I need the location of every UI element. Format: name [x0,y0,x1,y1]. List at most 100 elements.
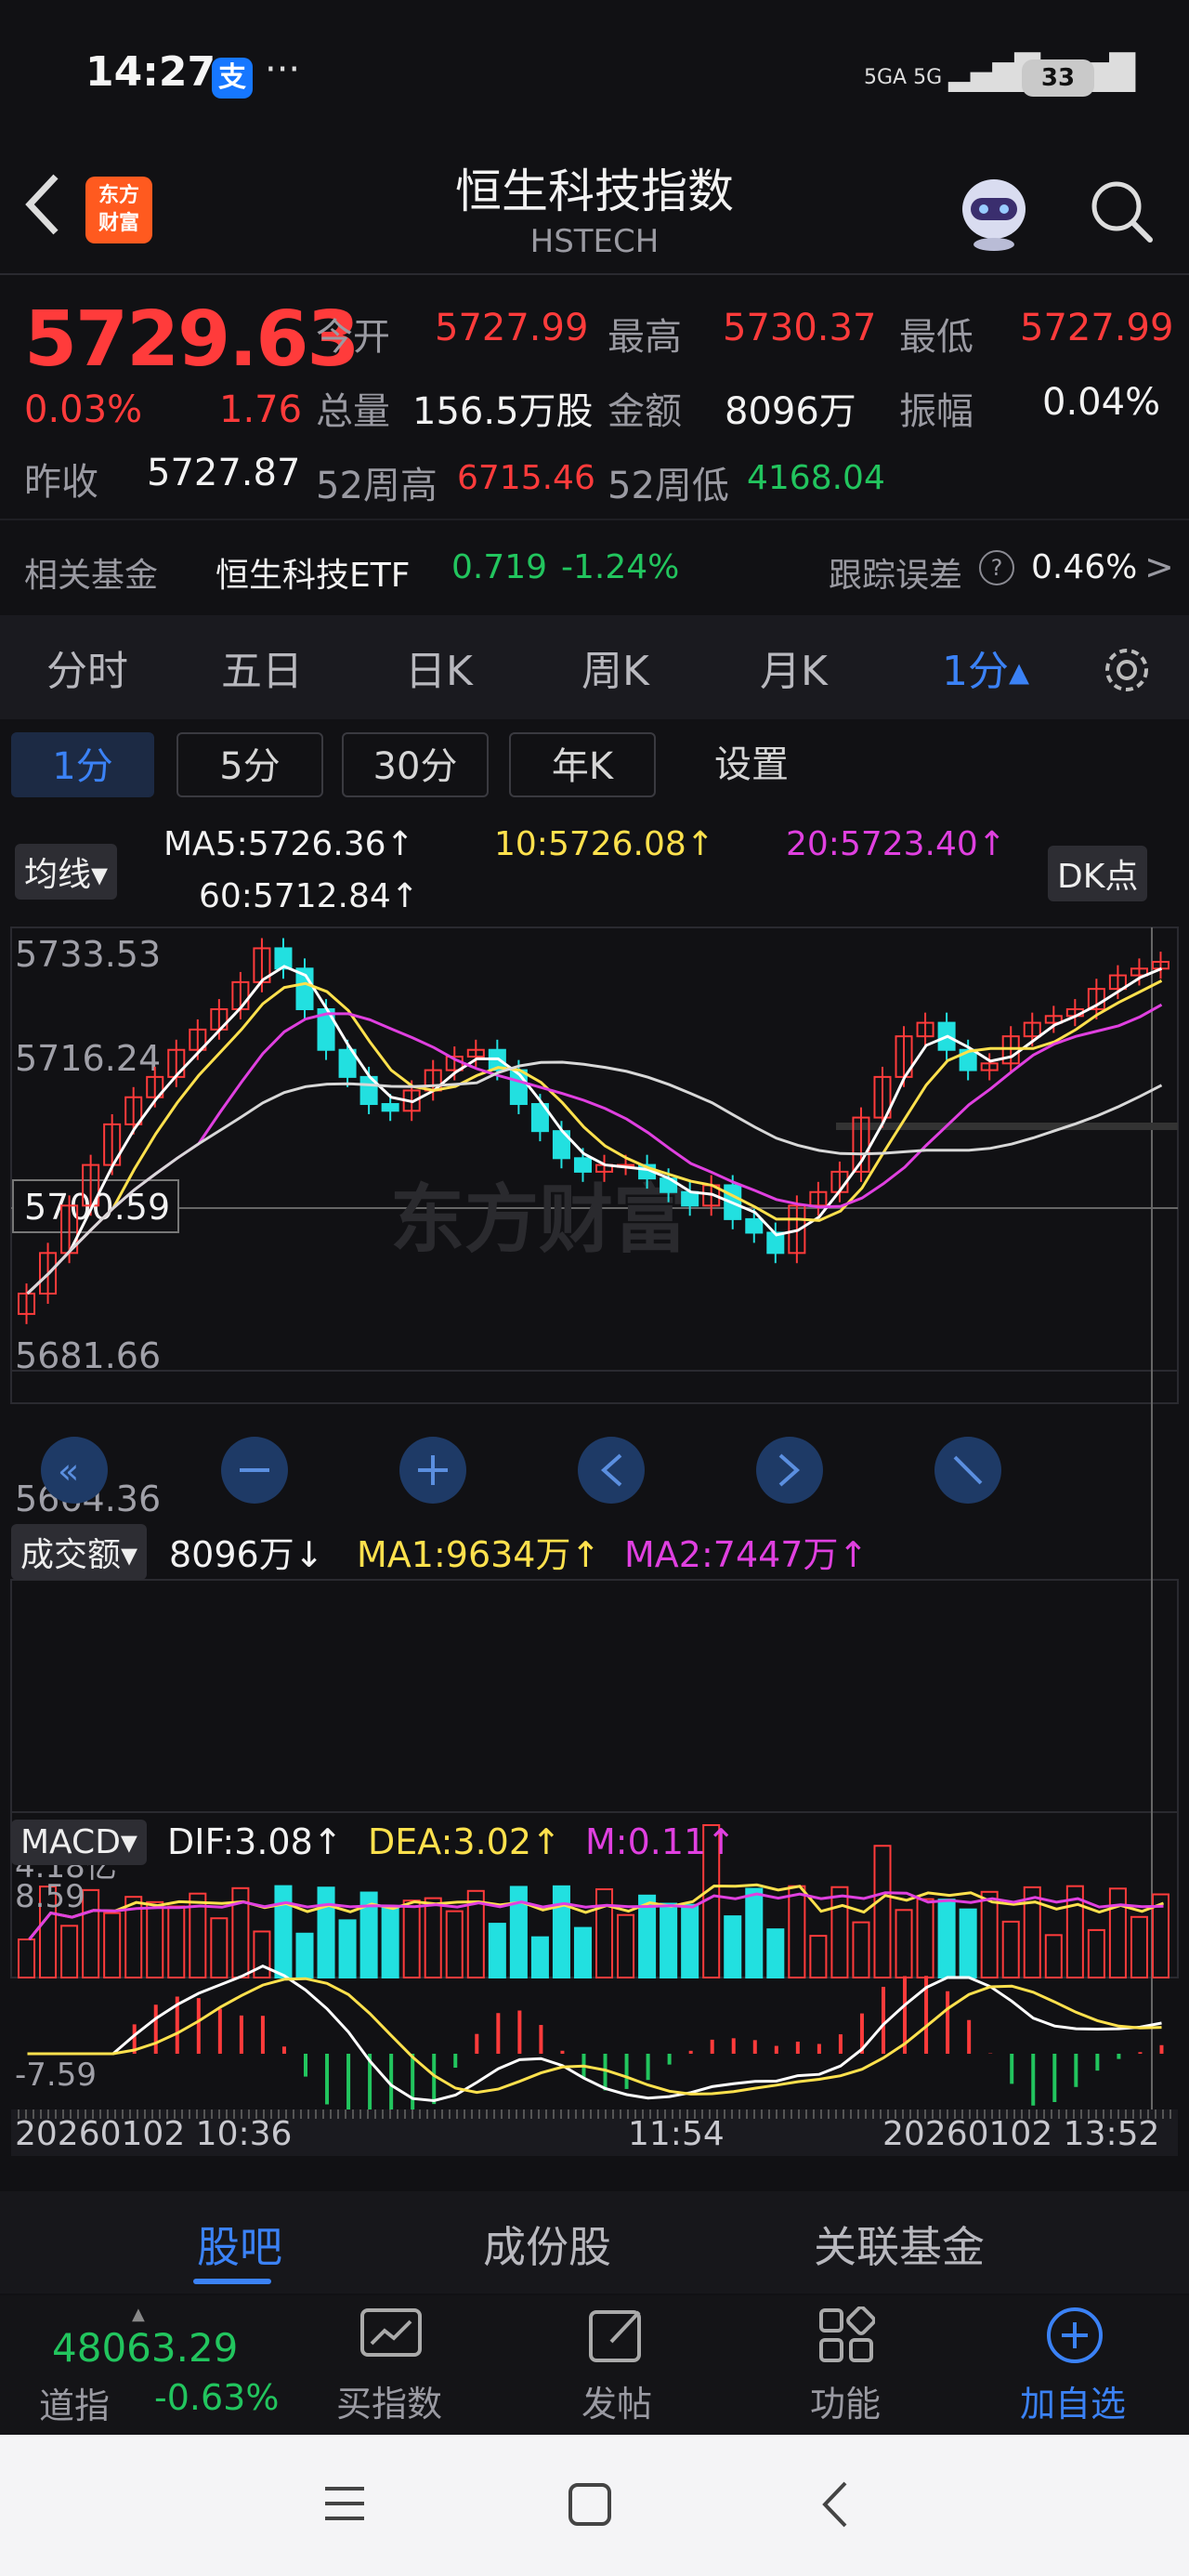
volume-bar [788,1885,806,1978]
volume-label: 总量 [316,390,390,433]
assistant-robot-icon[interactable] [952,172,1036,251]
volume-selector[interactable]: 成交额▾ [11,1524,148,1580]
fund-name[interactable]: 恒生科技ETF [216,548,410,597]
volume-bar [681,1903,699,1979]
tab-daily-k[interactable]: 日K [405,637,473,697]
change-value: 1.76 [219,388,303,431]
post-button[interactable]: 发帖 [581,2375,652,2426]
subtab-year-k[interactable]: 年K [509,732,656,797]
scroll-left-button[interactable] [578,1437,645,1504]
volume-bar [1087,1928,1105,1979]
volume-bar [873,1845,892,1978]
volume-bar [488,1923,506,1978]
dow-index-name[interactable]: 道指 [39,2377,110,2428]
low-label: 最低 [899,316,973,359]
tab-intraday[interactable]: 分时 [46,637,128,697]
tab-stock-bar[interactable]: 股吧 [197,2214,282,2275]
fund-label: 相关基金 [24,557,159,595]
dow-index-value[interactable]: 48063.29 [52,2325,238,2371]
prev-close-value: 5727.87 [147,452,301,494]
volume-bar [317,1886,335,1978]
amount-label: 金额 [608,390,682,433]
amplitude-label: 振幅 [899,390,973,433]
price-axis-label: 5733.53 [15,934,161,975]
price-axis-label: 5681.66 [15,1335,161,1376]
status-time: 14:27 [85,48,216,96]
macd-top-label: 8.59 [15,1878,85,1915]
add-watchlist-icon[interactable] [1044,2305,1105,2370]
svg-text:«: « [58,1451,79,1492]
tab-related-funds[interactable]: 关联基金 [814,2214,985,2275]
subtab-settings[interactable]: 设置 [678,732,825,797]
functions-icon[interactable] [817,2306,876,2368]
tab-five-day[interactable]: 五日 [221,637,303,697]
volume-bar [146,1900,164,1978]
volume-bar [1023,1886,1041,1979]
tab-weekly-k[interactable]: 周K [581,637,649,697]
divider [0,273,1189,275]
current-price: 5729.63 [24,296,359,384]
scroll-left-fast-button[interactable]: « [41,1437,108,1504]
buy-index-icon[interactable] [359,2307,424,2368]
volume-bar [895,1909,913,1978]
volume-bar [980,1890,999,1979]
volume-bar [381,1907,399,1978]
tab-constituents[interactable]: 成份股 [483,2214,611,2275]
dow-index-change: -0.63% [154,2377,280,2418]
menu-icon[interactable] [323,2483,366,2528]
battery-icon: 33 [1022,59,1094,97]
post-icon[interactable] [587,2305,647,2368]
period-tabs: 分时 五日 日K 周K 月K 1分▴ [0,615,1189,719]
scroll-right-button[interactable] [756,1437,823,1504]
tracking-label[interactable]: 跟踪误差 [829,548,962,597]
volume-bar [338,1919,357,1978]
price-axis-label: 5700.59 [24,1187,170,1228]
fund-change: -1.24% [561,548,680,586]
help-icon[interactable]: ? [979,550,1014,585]
m-value: M:0.11↑ [585,1821,737,1862]
volume-panel-frame [10,1579,1179,1978]
more-notifications-icon: ··· [265,48,301,91]
chevron-right-icon[interactable]: > [1144,546,1174,587]
subtab-30min[interactable]: 30分 [342,732,489,797]
kline-chart[interactable]: 东方财富 5733.53 5716.24 5700.59 5681.66 566… [0,818,1189,2184]
volume-bar [402,1899,421,1979]
volume-bar [959,1908,977,1978]
subtab-1min[interactable]: 1分 [11,732,154,797]
tab-minute-selected[interactable]: 1分▴ [942,637,1029,697]
price-panel-frame [10,927,1179,1404]
volume-ma1: MA1:9634万↑ [357,1534,601,1575]
volume-bar [660,1902,678,1978]
volume-current: 8096万↓ [169,1534,324,1575]
volume-bar [617,1913,635,1979]
amplitude-value: 0.04% [1042,381,1161,424]
buy-index-button[interactable]: 买指数 [336,2375,442,2426]
volume-bar [937,1899,956,1979]
volume-bar [274,1885,293,1979]
search-icon[interactable] [1087,177,1156,245]
volume-bar [724,1915,742,1978]
candle [381,1103,399,1112]
functions-button[interactable]: 功能 [810,2375,881,2426]
volume-bar [1044,1934,1063,1978]
triangle-up-icon: ▲ [132,2305,145,2324]
gear-icon[interactable] [1100,643,1154,701]
macd-bottom-label: -7.59 [15,2057,97,2094]
tab-monthly-k[interactable]: 月K [760,637,828,697]
footer-toolbar: ▲ 48063.29 道指 -0.63% 买指数 发帖 功能 加自选 [0,2295,1189,2435]
week52-low-label: 52周低 [608,465,729,507]
volume-bar [830,1886,849,1978]
volume-bar [1001,1920,1020,1979]
subtab-5min[interactable]: 5分 [176,732,323,797]
zoom-out-button[interactable] [221,1437,288,1504]
fullscreen-button[interactable] [934,1437,1001,1504]
volume-bar [295,1932,314,1979]
candle [573,1157,592,1173]
home-icon[interactable] [567,2481,613,2531]
nav-back-icon[interactable] [817,2479,851,2533]
zoom-in-button[interactable] [399,1437,466,1504]
add-watchlist-button[interactable]: 加自选 [1020,2375,1126,2426]
price-band [836,1123,1178,1130]
volume-bar [552,1885,570,1978]
macd-selector[interactable]: MACD▾ [11,1820,147,1865]
